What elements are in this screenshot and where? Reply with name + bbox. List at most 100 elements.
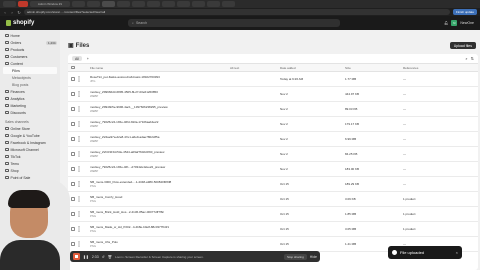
- sidebar-item-analytics[interactable]: Analytics: [3, 95, 57, 102]
- file-thumbnail[interactable]: [78, 121, 90, 127]
- file-name-cell[interactable]: NB_mens_Comfy_Hood PNG: [90, 195, 230, 203]
- shopify-logo[interactable]: shopify: [6, 20, 34, 26]
- upload-files-button[interactable]: Upload files: [449, 42, 476, 49]
- search-filter-icon[interactable]: ⌕: [465, 56, 467, 61]
- sidebar-channel-temu[interactable]: Temu: [3, 160, 57, 167]
- sidebar-item-marketing[interactable]: Marketing: [3, 102, 57, 109]
- file-thumbnail[interactable]: [78, 76, 90, 82]
- browser-tab[interactable]: Admin Window #1: [30, 1, 70, 7]
- stop-recording-button[interactable]: [73, 253, 80, 260]
- sidebar-channel-shop[interactable]: Shop: [3, 167, 57, 174]
- browser-tab[interactable]: [117, 1, 130, 7]
- browser-tab[interactable]: [72, 1, 85, 7]
- file-thumbnail[interactable]: [78, 211, 90, 217]
- sidebar-item-home[interactable]: Home: [3, 32, 57, 39]
- sidebar-channel-microsoft[interactable]: Microsoft Channel: [3, 146, 57, 153]
- url-field[interactable]: admin.shopify.com/store/...../content/fi…: [24, 9, 450, 15]
- row-checkbox[interactable]: [68, 152, 78, 156]
- store-name[interactable]: NewOne: [460, 21, 474, 25]
- browser-tab-active[interactable]: [102, 1, 115, 7]
- sidebar-item-finances[interactable]: Finances: [3, 88, 57, 95]
- table-row[interactable]: mockey_79025c24-1b5e-46fd-b93a-17106aab4…: [68, 117, 478, 132]
- back-icon[interactable]: ‹: [3, 10, 7, 15]
- file-thumbnail[interactable]: [78, 241, 90, 247]
- file-name-cell[interactable]: mockey_Z99966d3-6895-4505-8L27-00e612608…: [90, 90, 230, 98]
- browser-tab[interactable]: [3, 1, 16, 7]
- sidebar-item-orders[interactable]: Orders 1,234: [3, 39, 57, 46]
- row-checkbox[interactable]: [68, 107, 78, 111]
- sidebar-item-metaobjects[interactable]: Metaobjects: [3, 74, 57, 81]
- reload-icon[interactable]: ↻: [17, 10, 21, 15]
- browser-tab[interactable]: [87, 1, 100, 7]
- file-name-cell[interactable]: mockey_79025c24-1b5e-46f-...d70342e42ee2…: [90, 165, 230, 173]
- sidebar-item-files[interactable]: Files: [3, 67, 57, 74]
- pause-icon[interactable]: ❚❚: [83, 255, 89, 259]
- table-row[interactable]: NB_mens_Comfy_Hood PNG Oct 15 3.09 KB 1 prod…: [68, 192, 478, 207]
- table-row[interactable]: mockey_Z24ae97a-d2e8-47e1-a6e9-adae7802c…: [68, 132, 478, 147]
- browser-tab[interactable]: [18, 1, 28, 7]
- select-all-checkbox[interactable]: [68, 65, 78, 70]
- sidebar-channel-tiktok[interactable]: TikTok: [3, 153, 57, 160]
- restart-icon[interactable]: ↺: [102, 255, 105, 259]
- file-name-cell[interactable]: NB_mens_Made_w_Hd_P202...4-4b8e-b0e8-88c…: [90, 225, 230, 233]
- file-thumbnail[interactable]: [78, 181, 90, 187]
- row-checkbox[interactable]: [68, 77, 78, 81]
- sidebar-item-content[interactable]: Content: [3, 60, 57, 67]
- file-thumbnail[interactable]: [78, 136, 90, 142]
- file-thumbnail[interactable]: [78, 166, 90, 172]
- table-row[interactable]: mockey_Z994bb5e-9996-4ac1__1397606238295…: [68, 102, 478, 117]
- table-row[interactable]: NB_mens-3000_Flow-extended-...1-4348-a98…: [68, 177, 478, 192]
- row-checkbox[interactable]: [68, 122, 78, 126]
- close-icon[interactable]: ×: [456, 250, 458, 255]
- browser-tab[interactable]: [162, 1, 175, 7]
- sidebar-item-products[interactable]: Products: [3, 46, 57, 53]
- delete-icon[interactable]: 🗑︎: [108, 255, 112, 259]
- finish-update-button[interactable]: Finish update: [452, 9, 477, 15]
- row-checkbox[interactable]: [68, 92, 78, 96]
- browser-tab[interactable]: [207, 1, 220, 7]
- file-name-cell[interactable]: mockey_79025c24-1b5e-46fd-b93a-17106aab4…: [90, 120, 230, 128]
- notifications-icon[interactable]: 🔔︎: [444, 21, 448, 25]
- stop-sharing-button[interactable]: Stop sharing: [283, 253, 307, 260]
- sidebar-item-customers[interactable]: Customers: [3, 53, 57, 60]
- sidebar-channel-facebook[interactable]: Facebook & Instagram: [3, 139, 57, 146]
- file-name-cell[interactable]: NB_mens_Uhs_Polo PNG: [90, 240, 230, 248]
- sidebar-item-discounts[interactable]: Discounts: [3, 109, 57, 116]
- column-size[interactable]: Size: [345, 66, 403, 70]
- table-row[interactable]: mockey_Z2C03F9-b53e-4544-a09af7602c0f90_…: [68, 147, 478, 162]
- forward-icon[interactable]: ›: [10, 10, 14, 15]
- file-thumbnail[interactable]: [78, 106, 90, 112]
- browser-tab[interactable]: [192, 1, 205, 7]
- browser-tab[interactable]: [147, 1, 160, 7]
- file-thumbnail[interactable]: [78, 196, 90, 202]
- column-date-added[interactable]: Date added: [280, 66, 345, 70]
- table-row[interactable]: RoseTint_pet-flasks-autosi-draft-basic-1…: [68, 72, 478, 87]
- table-row[interactable]: mockey_Z99966d3-6895-4505-8L27-00e612608…: [68, 87, 478, 102]
- table-row[interactable]: NB_mens_Brick_Hold_Hos...2-4136-85ac-000…: [68, 207, 478, 222]
- webcam-overlay[interactable]: [0, 180, 70, 270]
- hide-button[interactable]: Hide: [310, 255, 317, 259]
- file-name-cell[interactable]: mockey_Z24ae97a-d2e8-47e1-a6e9-adae7802c…: [90, 135, 230, 143]
- table-row[interactable]: mockey_79025c24-1b5e-46f-...d70342e42ee2…: [68, 162, 478, 177]
- sidebar-item-blog-posts[interactable]: Blog posts: [3, 81, 57, 88]
- file-name-cell[interactable]: mockey_Z994bb5e-9996-4ac1__1397606238295…: [90, 105, 230, 113]
- search-input[interactable]: ⌕ Search: [128, 19, 340, 27]
- file-name-cell[interactable]: NB_mens-3000_Flow-extended-...1-4348-a98…: [90, 180, 230, 188]
- file-name-cell[interactable]: mockey_Z2C03F9-b53e-4544-a09af7602c0f90_…: [90, 150, 230, 158]
- file-thumbnail[interactable]: [78, 91, 90, 97]
- file-thumbnail[interactable]: [78, 226, 90, 232]
- browser-tab[interactable]: [177, 1, 190, 7]
- file-name-cell[interactable]: NB_mens_Brick_Hold_Hos...2-4136-85ac-000…: [90, 210, 230, 218]
- add-view-button[interactable]: +: [84, 56, 92, 61]
- row-checkbox[interactable]: [68, 137, 78, 141]
- sidebar-channel-google[interactable]: Google & YouTube: [3, 132, 57, 139]
- column-file-name[interactable]: File name: [78, 66, 230, 70]
- filter-tab-all[interactable]: All: [72, 56, 82, 61]
- store-avatar[interactable]: N: [451, 20, 458, 26]
- sort-icon[interactable]: ⇅: [471, 56, 474, 61]
- sidebar-channel-online-store[interactable]: Online Store: [3, 125, 57, 132]
- file-name-cell[interactable]: RoseTint_pet-flasks-autosi-draft-basic-1…: [90, 75, 230, 83]
- browser-tab[interactable]: [132, 1, 145, 7]
- file-thumbnail[interactable]: [78, 151, 90, 157]
- row-checkbox[interactable]: [68, 167, 78, 171]
